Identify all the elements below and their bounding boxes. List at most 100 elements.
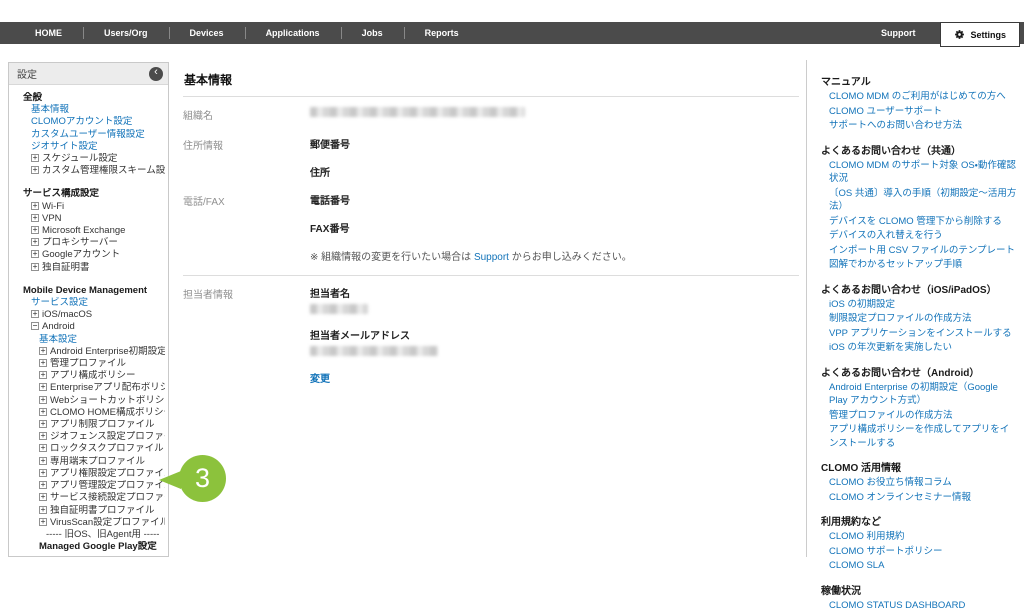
expand-node-icon[interactable]: +	[31, 154, 39, 162]
sidebar-item[interactable]: 基本設定	[9, 334, 165, 346]
help-link[interactable]: CLOMO サポートポリシー	[821, 545, 1018, 559]
sidebar-item[interactable]: +Webショートカットポリシー	[9, 395, 165, 407]
sidebar-item: ----- 旧OS、旧Agent用 -----	[9, 529, 165, 541]
sidebar-item[interactable]: +管理プロファイル	[9, 358, 165, 370]
sidebar-item-label: VPN	[42, 213, 62, 224]
nav-item-reports[interactable]: Reports	[404, 22, 480, 44]
help-link[interactable]: CLOMO ユーザーサポート	[821, 105, 1018, 119]
expand-node-icon[interactable]: +	[31, 310, 39, 318]
expand-node-icon[interactable]: +	[31, 202, 39, 210]
settings-tab[interactable]: Settings	[940, 22, 1020, 47]
expand-node-icon[interactable]: +	[39, 432, 47, 440]
sidebar-item[interactable]: +VirusScan設定プロファイル	[9, 517, 165, 529]
expand-node-icon[interactable]: +	[39, 383, 47, 391]
collapse-node-icon[interactable]: −	[31, 322, 39, 330]
expand-node-icon[interactable]: +	[39, 518, 47, 526]
sidebar-item[interactable]: +独自証明書	[9, 262, 165, 274]
address-info-label: 住所情報	[183, 136, 310, 179]
help-link[interactable]: デバイスを CLOMO 管理下から削除する	[821, 215, 1018, 229]
sidebar-item[interactable]: CLOMOアカウント設定	[9, 116, 165, 128]
help-link[interactable]: iOS の年次更新を実施したい	[821, 341, 1018, 355]
sidebar-item[interactable]: +アプリ管理設定プロファイル	[9, 480, 165, 492]
sidebar-item[interactable]: +カスタム管理権限スキーム設定	[9, 165, 165, 177]
help-link[interactable]: CLOMO SLA	[821, 559, 1018, 573]
help-link[interactable]: サポートへのお問い合わせ方法	[821, 119, 1018, 133]
help-link[interactable]: CLOMO MDM のサポート対象 OS・動作確認状況	[821, 159, 1018, 186]
support-link[interactable]: Support	[856, 22, 941, 44]
expand-node-icon[interactable]: +	[39, 396, 47, 404]
sidebar-item[interactable]: +Enterpriseアプリ配布ポリシー	[9, 382, 165, 394]
sidebar-item-label: 管理プロファイル	[50, 358, 126, 369]
expand-node-icon[interactable]: +	[39, 493, 47, 501]
expand-node-icon[interactable]: +	[39, 469, 47, 477]
expand-node-icon[interactable]: +	[31, 263, 39, 271]
sidebar-item[interactable]: +ロックタスクプロファイル	[9, 443, 165, 455]
help-link[interactable]: Android Enterprise の初期設定（Google Play アカウ…	[821, 381, 1018, 408]
help-link[interactable]: CLOMO 利用規約	[821, 530, 1018, 544]
expand-node-icon[interactable]: +	[31, 166, 39, 174]
sidebar-item[interactable]: +ジオフェンス設定プロファイル	[9, 431, 165, 443]
sidebar-item-label: スケジュール設定	[42, 153, 117, 164]
support-inline-link[interactable]: Support	[474, 252, 509, 263]
sidebar-item[interactable]: −Android	[9, 321, 165, 333]
sidebar-collapse-button[interactable]: ‹	[149, 67, 163, 81]
help-link[interactable]: デバイスの入れ替えを行う	[821, 229, 1018, 243]
nav-item-users-org[interactable]: Users/Org	[83, 22, 169, 44]
change-link[interactable]: 変更	[310, 370, 438, 385]
help-link[interactable]: 〔OS 共通〕導入の手順（初期設定～活用方法）	[821, 187, 1018, 214]
help-link[interactable]: CLOMO STATUS DASHBOARD	[821, 599, 1018, 612]
help-link[interactable]: インポート用 CSV ファイルのテンプレート	[821, 244, 1018, 258]
sidebar-item-label: Enterpriseアプリ配布ポリシー	[50, 382, 165, 393]
expand-node-icon[interactable]: +	[31, 238, 39, 246]
sidebar-item-label: Mobile Device Management	[23, 285, 147, 296]
help-link[interactable]: 図解でわかるセットアップ手順	[821, 258, 1018, 272]
sidebar-item[interactable]: 基本情報	[9, 104, 165, 116]
sidebar-item[interactable]: +CLOMO HOME構成ポリシー	[9, 407, 165, 419]
expand-node-icon[interactable]: +	[31, 226, 39, 234]
expand-node-icon[interactable]: +	[31, 214, 39, 222]
sidebar-item[interactable]: +Wi-Fi	[9, 201, 165, 213]
contact-info-label: 担当者情報	[183, 285, 310, 385]
expand-node-icon[interactable]: +	[39, 506, 47, 514]
sidebar-item[interactable]: +Googleアカウント	[9, 249, 165, 261]
expand-node-icon[interactable]: +	[39, 444, 47, 452]
expand-node-icon[interactable]: +	[39, 371, 47, 379]
expand-node-icon[interactable]: +	[39, 420, 47, 428]
sidebar-item[interactable]: +VPN	[9, 213, 165, 225]
sidebar-item[interactable]: +独自証明書プロファイル	[9, 505, 165, 517]
help-link[interactable]: 制限設定プロファイルの作成方法	[821, 312, 1018, 326]
expand-node-icon[interactable]: +	[39, 408, 47, 416]
sidebar-item[interactable]: +アプリ構成ポリシー	[9, 370, 165, 382]
sidebar-item[interactable]: サービス設定	[9, 297, 165, 309]
expand-node-icon[interactable]: +	[31, 250, 39, 258]
nav-item-jobs[interactable]: Jobs	[341, 22, 404, 44]
help-link[interactable]: iOS の初期設定	[821, 298, 1018, 312]
sidebar-item[interactable]: +アプリ制限プロファイル	[9, 419, 165, 431]
expand-node-icon[interactable]: +	[39, 347, 47, 355]
sidebar-item[interactable]: +プロキシサーバー	[9, 237, 165, 249]
help-link[interactable]: CLOMO MDM のご利用がはじめての方へ	[821, 90, 1018, 104]
help-link[interactable]: 管理プロファイルの作成方法	[821, 409, 1018, 423]
sidebar-item[interactable]: +Android Enterprise初期設定...	[9, 346, 165, 358]
sidebar-item[interactable]: カスタムユーザー情報設定	[9, 129, 165, 141]
sidebar-item[interactable]: +Microsoft Exchange	[9, 225, 165, 237]
help-link[interactable]: CLOMO お役立ち情報コラム	[821, 476, 1018, 490]
sidebar-item[interactable]: +専用端末プロファイル	[9, 456, 165, 468]
expand-node-icon[interactable]: +	[39, 481, 47, 489]
help-link[interactable]: VPP アプリケーションをインストールする	[821, 327, 1018, 341]
expand-node-icon[interactable]: +	[39, 457, 47, 465]
sidebar-item[interactable]: +サービス接続設定プロファイル	[9, 492, 165, 504]
step-3-badge-number: 3	[195, 463, 210, 494]
sidebar-item[interactable]: +iOS/macOS	[9, 309, 165, 321]
help-link[interactable]: CLOMO オンラインセミナー情報	[821, 491, 1018, 505]
sidebar-item-label: Android Enterprise初期設定...	[50, 346, 165, 357]
expand-node-icon[interactable]: +	[39, 359, 47, 367]
nav-item-home[interactable]: HOME	[14, 22, 83, 44]
nav-item-applications[interactable]: Applications	[245, 22, 341, 44]
nav-item-devices[interactable]: Devices	[169, 22, 245, 44]
sidebar-item[interactable]: ジオサイト設定	[9, 141, 165, 153]
sidebar-item[interactable]: +アプリ権限設定プロファイル	[9, 468, 165, 480]
sidebar-item[interactable]: +スケジュール設定	[9, 153, 165, 165]
help-link[interactable]: アプリ構成ポリシーを作成してアプリをインストールする	[821, 423, 1018, 450]
top-navigation-bar: HOMEUsers/OrgDevicesApplicationsJobsRepo…	[0, 22, 1024, 44]
